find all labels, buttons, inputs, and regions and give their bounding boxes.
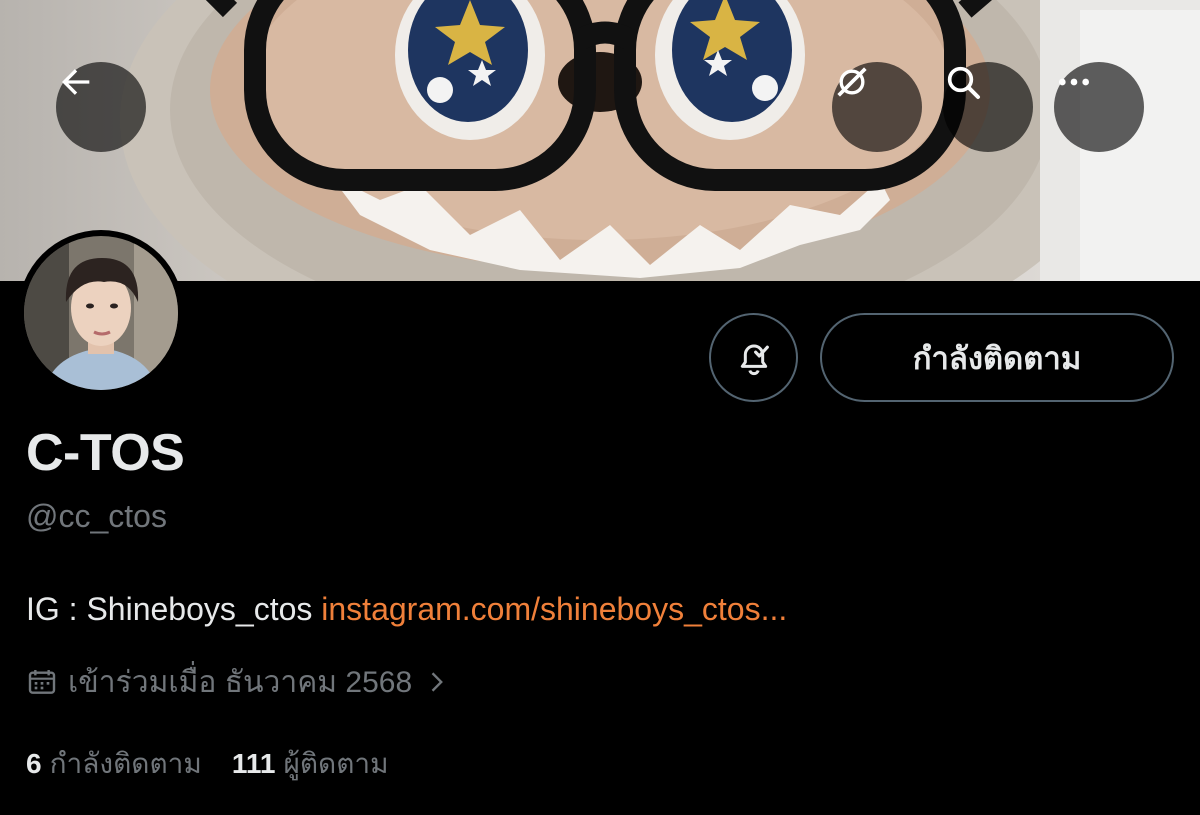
bio-link[interactable]: instagram.com/shineboys_ctos... [321,591,787,627]
grok-icon [837,67,867,97]
avatar[interactable] [18,230,184,396]
bio: IG : Shineboys_ctos instagram.com/shineb… [26,591,787,628]
user-handle: @cc_ctos [26,498,167,534]
following-count: 6 [26,748,42,779]
followers-count: 111 [231,748,276,779]
followers-label: ผู้ติดตาม [283,748,389,779]
back-button[interactable] [56,62,146,152]
followers-stat[interactable]: 111 ผู้ติดตาม [232,742,389,786]
following-stat[interactable]: 6 กำลังติดตาม [26,742,202,786]
follow-stats: 6 กำลังติดตาม 111 ผู้ติดตาม [26,742,389,786]
following-button[interactable]: กำลังติดตาม [820,313,1174,402]
search-button[interactable] [943,62,1033,152]
profile-banner[interactable] [0,0,1200,281]
display-name: C-TOS [26,424,185,482]
notification-button[interactable] [709,313,798,402]
grok-button[interactable] [832,62,922,152]
bell-check-icon [740,344,769,375]
following-label: กำลังติดตาม [49,748,202,779]
more-button[interactable] [1054,62,1144,152]
search-icon [947,66,980,99]
banner-image [120,0,1200,281]
arrow-left-icon [62,69,90,95]
join-date: เข้าร่วมเมื่อ ธันวาคม 2568 [68,665,413,699]
chevron-right-icon [431,672,444,692]
calendar-icon [28,670,56,694]
avatar-image [24,236,178,390]
more-icon [1059,78,1089,86]
bio-text: IG : Shineboys_ctos [26,591,322,627]
join-date-row[interactable]: เข้าร่วมเมื่อ ธันวาคม 2568 [26,660,450,704]
